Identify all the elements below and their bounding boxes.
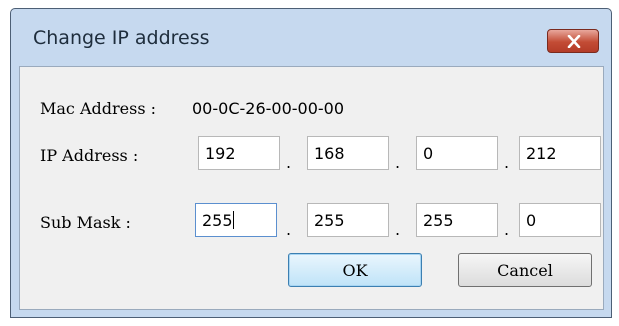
text-caret xyxy=(232,211,234,229)
dialog-title: Change IP address xyxy=(33,27,210,49)
ip-separator: . xyxy=(395,153,401,172)
title-bar[interactable]: Change IP address xyxy=(11,9,611,67)
close-button[interactable] xyxy=(547,29,599,53)
ok-button[interactable]: OK xyxy=(288,253,422,287)
mask-separator: . xyxy=(395,220,401,239)
cancel-button[interactable]: Cancel xyxy=(458,253,592,287)
ip-octet-3-input[interactable]: 0 xyxy=(416,136,498,170)
change-ip-dialog: Change IP address Mac Address : 00-0C-26… xyxy=(10,8,612,318)
mask-separator: . xyxy=(286,220,292,239)
sub-mask-label: Sub Mask : xyxy=(40,213,131,232)
ip-separator: . xyxy=(504,153,510,172)
ip-separator: . xyxy=(286,153,292,172)
mask-octet-4-input[interactable]: 0 xyxy=(519,203,601,237)
mac-address-value: 00-0C-26-00-00-00 xyxy=(192,99,345,118)
mac-address-label: Mac Address : xyxy=(40,99,157,118)
mask-octet-2-input[interactable]: 255 xyxy=(307,203,389,237)
mask-octet-1-value: 255 xyxy=(202,211,233,230)
dialog-body: Mac Address : 00-0C-26-00-00-00 IP Addre… xyxy=(19,66,604,310)
ip-octet-1-input[interactable]: 192 xyxy=(198,136,280,170)
ip-address-label: IP Address : xyxy=(40,146,139,165)
ip-octet-4-input[interactable]: 212 xyxy=(519,136,601,170)
close-icon xyxy=(567,35,581,48)
mask-octet-3-input[interactable]: 255 xyxy=(416,203,498,237)
mask-octet-1-input[interactable]: 255 xyxy=(195,203,277,237)
ip-octet-2-input[interactable]: 168 xyxy=(307,136,389,170)
mask-separator: . xyxy=(504,220,510,239)
